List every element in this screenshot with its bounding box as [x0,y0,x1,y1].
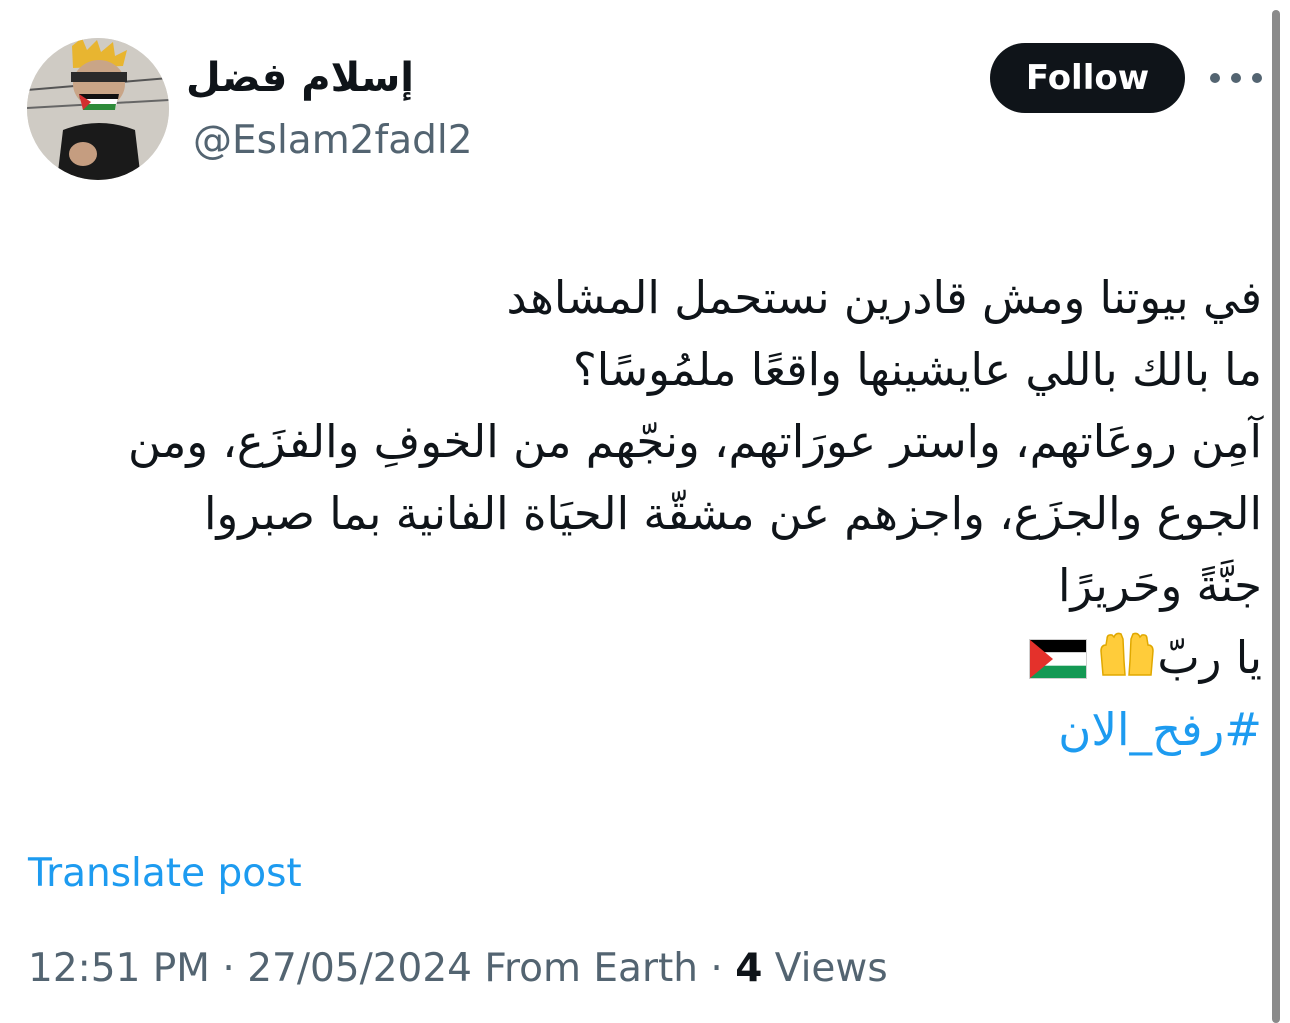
tweet-line: آمِن روعَاتهم، واستر عورَاتهم، ونجّهم من… [128,415,1262,468]
tweet-text: في بيوتنا ومش قادرين نستحمل المشاهد ما ب… [32,262,1262,766]
tweet-page: إسلام فضل @Eslam2fadl2 Follow في بيوتنا … [0,0,1290,1023]
palestine-flag-icon [1029,628,1088,679]
avatar-photo-icon [27,38,169,180]
tweet-line: في بيوتنا ومش قادرين نستحمل المشاهد [506,271,1262,324]
meta-separator: · [222,946,235,991]
avatar[interactable] [27,38,169,180]
tweet-line-emoji: يا ربّ [32,622,1262,694]
tweet-line: ما بالك باللي عايشينها واقعًا ملمُوسًا؟ [572,343,1262,396]
tweet-line-hashtag: #رفح_الان [32,694,1262,766]
scrollbar[interactable] [1272,10,1280,1023]
views-label[interactable]: Views [775,946,888,991]
more-options-button[interactable] [1210,60,1262,96]
tweet-metadata: 12:51 PM · 27/05/2024 From Earth · 4 Vie… [28,943,888,995]
follow-button[interactable]: Follow [990,43,1185,113]
translate-post-link[interactable]: Translate post [28,848,302,900]
views-count[interactable]: 4 [735,946,762,991]
author-handle[interactable]: @Eslam2fadl2 [193,115,473,167]
more-dots-icon [1210,73,1220,83]
more-dots-icon [1231,73,1241,83]
tweet-date[interactable]: 27/05/2024 [247,946,472,991]
tweet-line: الجوع والجزَع، واجزهم عن مشقّة الحيَاة ا… [204,487,1262,540]
meta-separator: · [710,946,723,991]
tweet-last-line-text: يا ربّ [1157,631,1262,684]
tweet-source: From Earth [484,946,698,991]
tweet-line: جنَّةً وحَريرًا [1057,559,1262,612]
hashtag-link[interactable]: #رفح_الان [1058,703,1262,756]
more-dots-icon [1252,73,1262,83]
tweet-time[interactable]: 12:51 PM [28,946,210,991]
raising-hands-icon [1097,630,1157,680]
author-display-name[interactable]: إسلام فضل [186,50,414,106]
